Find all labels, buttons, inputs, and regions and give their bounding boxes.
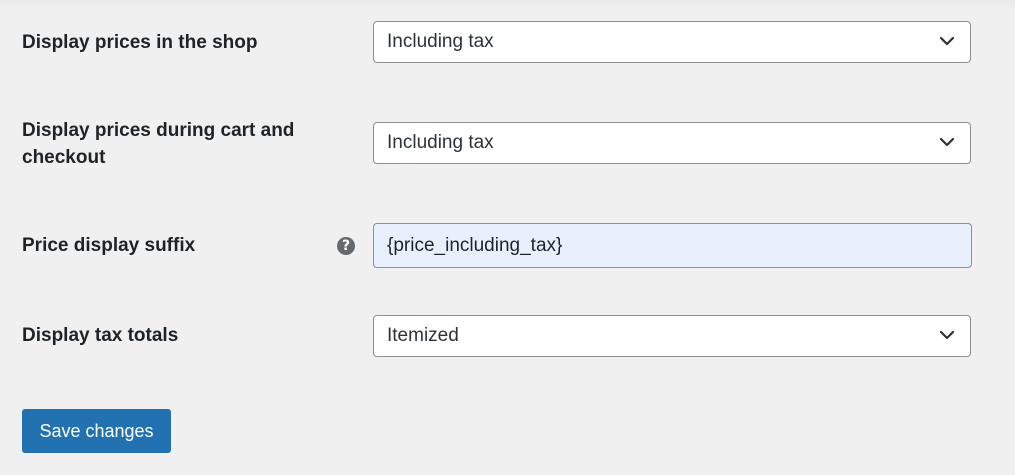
save-changes-button[interactable]: Save changes (22, 409, 171, 453)
tax-settings-form: Display prices in the shop Including tax… (0, 0, 1015, 475)
setting-label: Display tax totals (22, 325, 179, 346)
tax-totals-select[interactable]: Itemized (373, 315, 971, 357)
setting-label: Price display suffix (22, 235, 196, 256)
setting-label: Display prices in the shop (22, 32, 258, 53)
shop-prices-select[interactable]: Including tax (373, 21, 971, 63)
chevron-down-icon (939, 137, 955, 147)
cart-prices-select[interactable]: Including tax (373, 122, 971, 164)
select-value: Including tax (387, 31, 494, 52)
price-suffix-input[interactable] (373, 223, 972, 268)
chevron-down-icon (939, 36, 955, 46)
question-circle-icon[interactable]: ? (337, 237, 355, 255)
select-value: Itemized (387, 325, 459, 346)
select-value: Including tax (387, 132, 494, 153)
chevron-down-icon (939, 330, 955, 340)
setting-label: Display prices during cart and checkout (22, 120, 295, 168)
